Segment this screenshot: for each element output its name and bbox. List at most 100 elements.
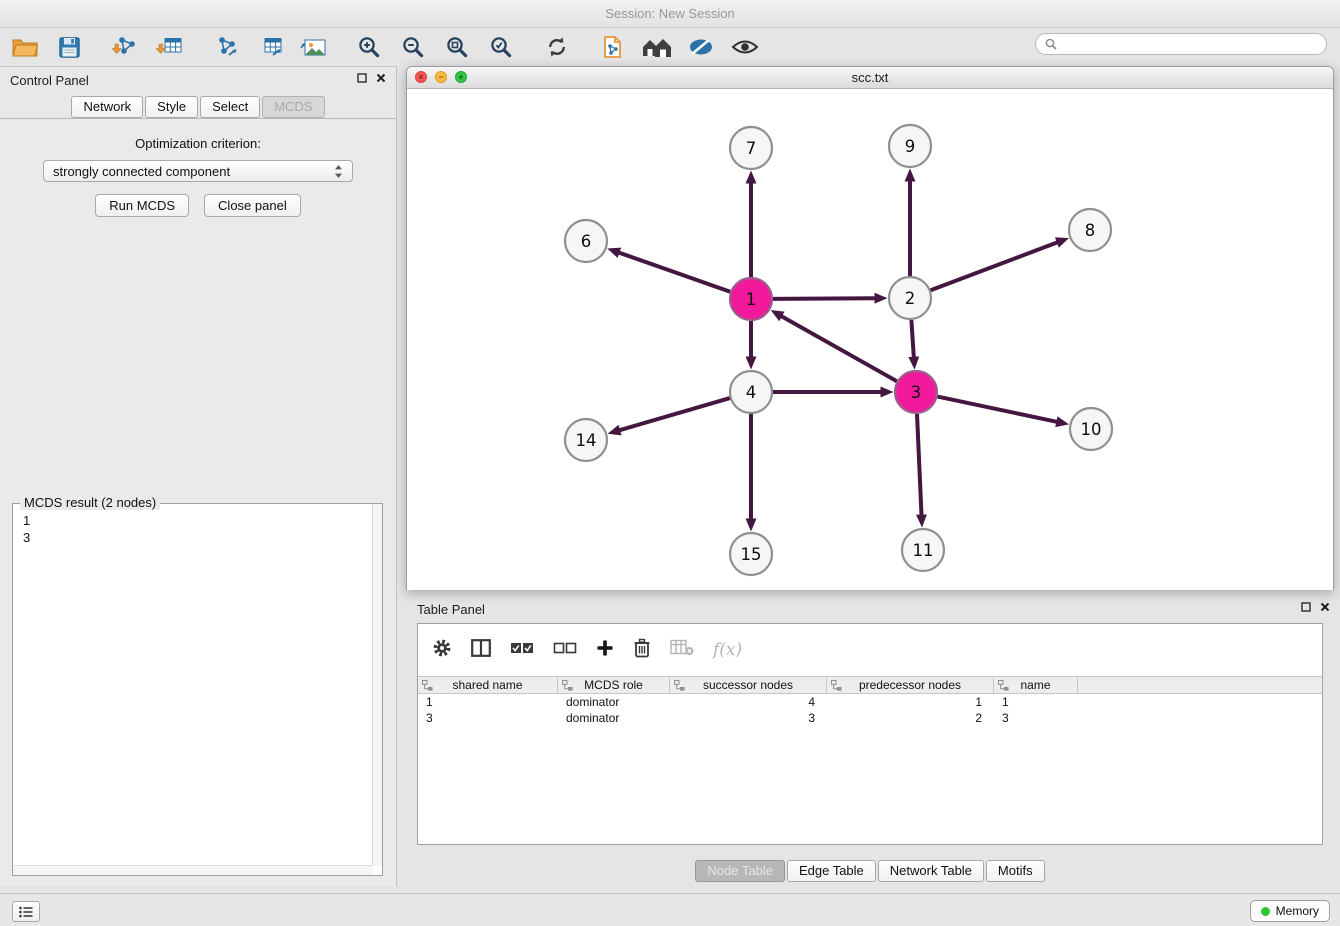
result-horizontal-scrollbar[interactable] — [13, 865, 373, 875]
zoom-selected-button[interactable] — [486, 32, 516, 62]
table-cell[interactable]: 3 — [418, 710, 558, 726]
graph-node-label-2: 2 — [905, 289, 916, 308]
deselect-all-rows-button[interactable] — [553, 641, 577, 660]
zoom-window-button[interactable]: + — [455, 71, 467, 83]
network-canvas[interactable]: 7968124314101511 — [407, 89, 1333, 590]
open-file-button[interactable] — [10, 32, 40, 62]
result-vertical-scrollbar[interactable] — [372, 504, 382, 866]
task-list-icon — [19, 906, 33, 918]
tab-network-table[interactable]: Network Table — [878, 860, 984, 882]
select-all-rows-button[interactable] — [510, 641, 534, 660]
table-cell[interactable]: 4 — [670, 694, 827, 710]
graph-edge-1-2[interactable] — [773, 298, 875, 299]
import-table-button[interactable] — [154, 32, 184, 62]
table-cell[interactable]: dominator — [558, 694, 670, 710]
tab-network[interactable]: Network — [71, 96, 143, 118]
column-header-mcds-role[interactable]: MCDS role — [558, 677, 670, 693]
function-builder-button[interactable]: f(x) — [713, 640, 742, 660]
table-cell[interactable]: dominator — [558, 710, 670, 726]
ndex-homes-button[interactable] — [642, 32, 672, 62]
clone-network-icon — [601, 35, 625, 59]
show-hide-button[interactable] — [730, 32, 760, 62]
table-cell[interactable]: 3 — [994, 710, 1078, 726]
zoom-fit-button[interactable] — [442, 32, 472, 62]
run-mcds-button[interactable]: Run MCDS — [95, 194, 189, 217]
delete-columns-button[interactable] — [633, 638, 651, 663]
zoom-selected-icon — [489, 35, 513, 59]
annotations-button[interactable] — [686, 32, 716, 62]
create-column-icon — [596, 639, 614, 657]
graph-edge-2-8[interactable] — [931, 242, 1058, 290]
window-title: Session: New Session — [605, 6, 734, 21]
save-session-icon — [59, 37, 80, 58]
network-window-titlebar[interactable]: × − + scc.txt — [407, 67, 1333, 89]
search-input[interactable] — [1063, 36, 1317, 52]
tab-select[interactable]: Select — [200, 96, 260, 118]
table-cell[interactable]: 3 — [670, 710, 827, 726]
graph-node-label-7: 7 — [746, 139, 757, 158]
table-body: 1dominator4113dominator323 — [418, 694, 1322, 726]
column-type-icon — [998, 680, 1009, 691]
column-header-shared-name[interactable]: shared name — [418, 677, 558, 693]
criterion-select[interactable]: strongly connected component — [43, 160, 353, 182]
optimization-criterion-label: Optimization criterion: — [0, 136, 396, 151]
column-type-icon — [422, 680, 433, 691]
float-table-panel-icon[interactable] — [1301, 602, 1311, 612]
column-header-name[interactable]: name — [994, 677, 1078, 693]
graph-node-label-4: 4 — [746, 383, 757, 402]
tab-motifs[interactable]: Motifs — [986, 860, 1045, 882]
export-network-button[interactable] — [210, 32, 240, 62]
close-panel-icon[interactable] — [376, 73, 386, 83]
graph-edge-2-3[interactable] — [911, 320, 913, 357]
column-header-successor-nodes[interactable]: successor nodes — [670, 677, 827, 693]
create-column-button[interactable] — [596, 639, 614, 662]
graph-edge-4-14[interactable] — [620, 398, 730, 430]
graph-edge-3-11[interactable] — [917, 414, 922, 515]
table-cell[interactable]: 1 — [827, 694, 994, 710]
apply-layout-button[interactable] — [542, 32, 572, 62]
tab-node-table[interactable]: Node Table — [695, 860, 785, 882]
tab-mcds[interactable]: MCDS — [262, 96, 324, 118]
network-graph[interactable]: 7968124314101511 — [407, 89, 1333, 590]
close-window-button[interactable]: × — [415, 71, 427, 83]
table-row[interactable]: 1dominator411 — [418, 694, 1322, 710]
save-session-button[interactable] — [54, 32, 84, 62]
close-panel-button[interactable]: Close panel — [204, 194, 301, 217]
table-cell[interactable]: 1 — [418, 694, 558, 710]
toggle-columns-button[interactable] — [471, 639, 491, 662]
import-network-button[interactable] — [110, 32, 140, 62]
task-history-button[interactable] — [12, 901, 40, 922]
column-header-predecessor-nodes[interactable]: predecessor nodes — [827, 677, 994, 693]
search-field[interactable] — [1035, 33, 1327, 55]
ndex-homes-icon — [642, 36, 672, 58]
titlebar[interactable]: Session: New Session — [0, 0, 1340, 28]
zoom-out-button[interactable] — [398, 32, 428, 62]
column-type-icon — [831, 680, 842, 691]
float-panel-icon[interactable] — [357, 73, 367, 83]
graph-edge-3-1[interactable] — [782, 316, 897, 381]
select-all-rows-icon — [510, 641, 534, 655]
zoom-in-button[interactable] — [354, 32, 384, 62]
table-cell[interactable]: 2 — [827, 710, 994, 726]
clone-network-button[interactable] — [598, 32, 628, 62]
column-settings-button[interactable] — [432, 638, 452, 663]
close-table-panel-icon[interactable] — [1320, 602, 1330, 612]
control-panel-header: Control Panel — [0, 67, 396, 93]
export-image-button[interactable] — [298, 32, 328, 62]
tab-edge-table[interactable]: Edge Table — [787, 860, 876, 882]
tab-style[interactable]: Style — [145, 96, 198, 118]
export-table-button[interactable] — [254, 32, 284, 62]
graph-edge-1-6[interactable] — [619, 253, 730, 292]
deselect-all-rows-icon — [553, 641, 577, 655]
mcds-result-line: 3 — [23, 529, 372, 546]
table-cell[interactable]: 1 — [994, 694, 1078, 710]
delete-table-button[interactable] — [670, 639, 694, 661]
annotations-icon — [688, 37, 714, 57]
table-row[interactable]: 3dominator323 — [418, 710, 1322, 726]
graph-edge-3-10[interactable] — [938, 397, 1057, 422]
table-panel-title: Table Panel — [417, 602, 485, 617]
memory-button[interactable]: Memory — [1250, 900, 1330, 922]
import-table-icon — [156, 35, 182, 59]
select-chevrons-icon — [334, 164, 343, 179]
minimize-window-button[interactable]: − — [435, 71, 447, 83]
